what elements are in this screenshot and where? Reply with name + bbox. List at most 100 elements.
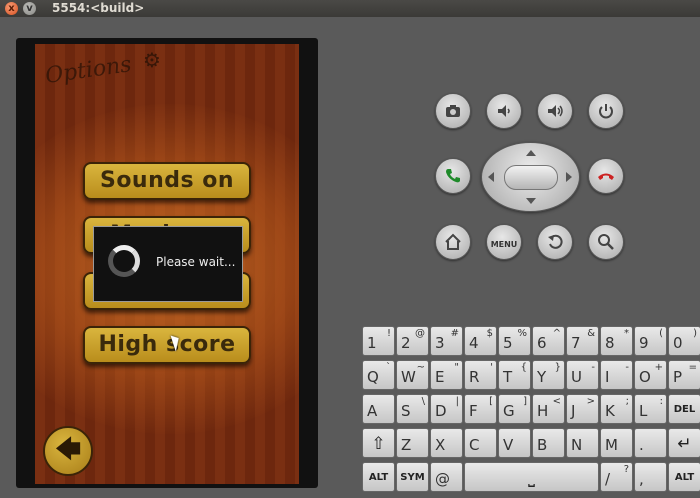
key-comma-label: , bbox=[639, 470, 644, 488]
key-comma[interactable]: , bbox=[634, 462, 667, 492]
call-button[interactable] bbox=[435, 158, 471, 194]
high-score-button[interactable]: High score bbox=[83, 326, 251, 364]
key-4[interactable]: 4 $ bbox=[464, 326, 497, 356]
key-l-label: L bbox=[639, 402, 648, 420]
key-7[interactable]: 7 & bbox=[566, 326, 599, 356]
key-r[interactable]: R ' bbox=[464, 360, 497, 390]
key-u[interactable]: U- bbox=[566, 360, 599, 390]
key-s[interactable]: S \ bbox=[396, 394, 429, 424]
power-icon bbox=[599, 104, 613, 119]
key-u-label: U bbox=[571, 368, 582, 386]
key-x[interactable]: X bbox=[430, 428, 463, 458]
dpad[interactable] bbox=[481, 142, 580, 212]
key-6-alt-label: ^ bbox=[552, 328, 561, 339]
key-del[interactable]: DEL bbox=[668, 394, 700, 424]
key-shift-icon[interactable]: ⇧ bbox=[362, 428, 395, 458]
key-3[interactable]: 3 # bbox=[430, 326, 463, 356]
key-a[interactable]: A bbox=[362, 394, 395, 424]
key-b-label: B bbox=[537, 436, 548, 454]
key-n[interactable]: N bbox=[566, 428, 599, 458]
key-1-alt-label: ! bbox=[386, 328, 391, 339]
key-b[interactable]: B bbox=[532, 428, 565, 458]
sounds-toggle-button[interactable]: Sounds on bbox=[83, 162, 251, 200]
key-at[interactable]: @ bbox=[430, 462, 463, 492]
key-enter-icon-label: ↵ bbox=[677, 434, 692, 454]
key-t[interactable]: T{ bbox=[498, 360, 531, 390]
key-7-alt-label: & bbox=[587, 328, 595, 339]
key-x-label: X bbox=[435, 436, 446, 454]
key-sym[interactable]: SYM bbox=[396, 462, 429, 492]
key-slash-label: / bbox=[605, 470, 611, 488]
key-k[interactable]: K; bbox=[600, 394, 633, 424]
key-8[interactable]: 8 * bbox=[600, 326, 633, 356]
key-o-label: O bbox=[639, 368, 651, 386]
key-d[interactable]: D | bbox=[430, 394, 463, 424]
key-9[interactable]: 9( bbox=[634, 326, 667, 356]
dpad-left-icon[interactable] bbox=[488, 172, 494, 182]
dpad-up-icon[interactable] bbox=[526, 150, 536, 156]
menu-button[interactable]: MENU bbox=[486, 224, 522, 260]
key-g[interactable]: G] bbox=[498, 394, 531, 424]
key-0[interactable]: 0) bbox=[668, 326, 700, 356]
back-icon bbox=[548, 234, 563, 249]
progress-dialog: Please wait... bbox=[93, 226, 243, 302]
power-button[interactable] bbox=[588, 93, 624, 129]
key-y-label: Y bbox=[537, 368, 547, 386]
back-arrow-button[interactable]: 🡄 bbox=[43, 426, 93, 476]
key-j[interactable]: J > bbox=[566, 394, 599, 424]
key-w-label: W bbox=[401, 368, 416, 386]
key-c[interactable]: C bbox=[464, 428, 497, 458]
key-i[interactable]: I- bbox=[600, 360, 633, 390]
key-enter-icon[interactable]: ↵ bbox=[668, 428, 700, 458]
key-u-alt-label: - bbox=[591, 362, 595, 373]
key-p-label: P bbox=[673, 368, 683, 386]
key-d-label: D bbox=[435, 402, 447, 420]
key-alt[interactable]: ALT bbox=[362, 462, 395, 492]
key-alt-right[interactable]: ALT bbox=[668, 462, 700, 492]
key-z[interactable]: Z bbox=[396, 428, 429, 458]
key-6-label: 6 bbox=[537, 334, 547, 352]
key-alt-label: ALT bbox=[368, 472, 389, 483]
key-f-alt-label: [ bbox=[489, 396, 493, 407]
key-q[interactable]: Q ` bbox=[362, 360, 395, 390]
key-p[interactable]: P = bbox=[668, 360, 700, 390]
volume-up-button[interactable] bbox=[537, 93, 573, 129]
key-m[interactable]: M bbox=[600, 428, 633, 458]
close-window-button[interactable]: x bbox=[5, 2, 18, 15]
key-2[interactable]: 2 @ bbox=[396, 326, 429, 356]
key-k-alt-label: ; bbox=[625, 396, 629, 407]
key-1[interactable]: 1! bbox=[362, 326, 395, 356]
volume-down-icon bbox=[498, 105, 510, 117]
dpad-right-icon[interactable] bbox=[566, 172, 572, 182]
title-bar: x v 5554:<build> bbox=[0, 0, 700, 18]
key-f[interactable]: F[ bbox=[464, 394, 497, 424]
home-button[interactable] bbox=[435, 224, 471, 260]
minimize-window-button[interactable]: v bbox=[23, 2, 36, 15]
volume-down-button[interactable] bbox=[486, 93, 522, 129]
dpad-down-icon[interactable] bbox=[526, 198, 536, 204]
key-6[interactable]: 6 ^ bbox=[532, 326, 565, 356]
camera-button[interactable] bbox=[435, 93, 471, 129]
device-screen[interactable]: Options ⚙ Sounds on Music on Vibration H… bbox=[35, 44, 299, 484]
key-h[interactable]: H < bbox=[532, 394, 565, 424]
key-slash-alt-label: ? bbox=[623, 464, 629, 475]
key-y[interactable]: Y} bbox=[532, 360, 565, 390]
key-slash[interactable]: /? bbox=[600, 462, 633, 492]
key-c-label: C bbox=[469, 436, 480, 454]
key-5[interactable]: 5% bbox=[498, 326, 531, 356]
key-o[interactable]: O + bbox=[634, 360, 667, 390]
back-button[interactable] bbox=[537, 224, 573, 260]
key-9-alt-label: ( bbox=[659, 328, 663, 339]
key-e[interactable]: E " bbox=[430, 360, 463, 390]
key-l[interactable]: L: bbox=[634, 394, 667, 424]
search-button[interactable] bbox=[588, 224, 624, 260]
key-1-label: 1 bbox=[367, 334, 377, 352]
dpad-center-button[interactable] bbox=[504, 165, 558, 190]
key-w[interactable]: W ~ bbox=[396, 360, 429, 390]
key-period[interactable]: . bbox=[634, 428, 667, 458]
key-v[interactable]: V bbox=[498, 428, 531, 458]
end-call-button[interactable] bbox=[588, 158, 624, 194]
key-space[interactable]: ⎵ bbox=[464, 462, 599, 492]
key-e-label: E bbox=[435, 368, 445, 386]
key-3-alt-label: # bbox=[450, 328, 459, 339]
